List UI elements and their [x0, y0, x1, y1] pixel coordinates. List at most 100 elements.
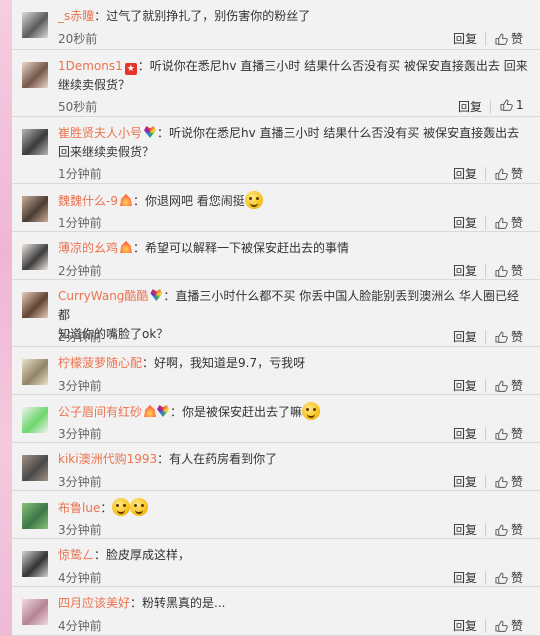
- comment-username[interactable]: 惊鸷ㄥ: [58, 548, 94, 562]
- like-count: 赞: [511, 619, 524, 633]
- comment-item: 布鲁lue： 3分钟前 回复 赞: [12, 491, 540, 539]
- reply-button[interactable]: 回复: [453, 617, 477, 634]
- comment-body-continued: 回来继续卖假货？: [58, 145, 155, 159]
- like-button[interactable]: 赞: [495, 214, 523, 231]
- comment-body: ：有人在药房看到你了: [157, 452, 278, 466]
- avatar[interactable]: [22, 359, 48, 385]
- reply-button[interactable]: 回复: [453, 262, 477, 279]
- like-button[interactable]: 赞: [495, 328, 523, 345]
- comment-username[interactable]: 崔胜贤夫人小号: [58, 126, 142, 140]
- avatar[interactable]: [22, 12, 48, 38]
- thumbs-up-icon: [495, 265, 508, 277]
- thumbs-up-icon: [500, 99, 513, 111]
- avatar[interactable]: [22, 62, 48, 88]
- comment-username[interactable]: CurryWang酷酷: [58, 289, 148, 303]
- comment-text: 柠檬菠萝随心配：好啊，我知道是9.7，亏我呀: [58, 354, 528, 373]
- divider: [490, 100, 491, 114]
- comment-body: ：好啊，我知道是9.7，亏我呀: [142, 356, 306, 370]
- reply-button[interactable]: 回复: [453, 165, 477, 182]
- comment-item: 魏魏什么-9 ：你退网吧 看您闹挺 1分钟前 回复 赞: [12, 184, 540, 232]
- comment-username[interactable]: 四月应该美好: [58, 596, 130, 610]
- avatar[interactable]: [22, 196, 48, 222]
- reply-button[interactable]: 回复: [453, 328, 477, 345]
- avatar[interactable]: [22, 503, 48, 529]
- thumbs-up-icon: [495, 476, 508, 488]
- like-button[interactable]: 赞: [495, 30, 523, 47]
- thumbs-up-icon: [495, 217, 508, 229]
- like-button[interactable]: 赞: [495, 473, 523, 490]
- avatar[interactable]: [22, 551, 48, 577]
- comment-item: 1Demons1 ★ ：听说你在悉尼hv 直播三小时 结果什么否没有买 被保安直接轰…: [12, 50, 540, 117]
- comment-item: CurryWang酷酷 ：直播三小时什么都不买 你丢中国人脸能别丢到澳洲么 华人圈…: [12, 280, 540, 347]
- comment-timestamp: 3分钟前: [58, 427, 102, 441]
- like-count: 赞: [511, 216, 524, 230]
- comment-text: 薄凉的幺鸡 ：希望可以解释一下被保安赶出去的事情: [58, 239, 528, 258]
- comment-item: _s赤瞳：过气了就别挣扎了，别伤害你的粉丝了 20秒前 回复 赞: [12, 0, 540, 50]
- like-button[interactable]: 赞: [495, 425, 523, 442]
- reply-button[interactable]: 回复: [453, 521, 477, 538]
- avatar[interactable]: [22, 292, 48, 318]
- comment-timestamp: 4分钟前: [58, 619, 102, 633]
- like-button[interactable]: 赞: [495, 617, 523, 634]
- comment-username[interactable]: kiki澳洲代购1993: [58, 452, 157, 466]
- comment-username[interactable]: 薄凉的幺鸡: [58, 241, 118, 255]
- divider: [485, 167, 486, 181]
- user-badges: [150, 287, 163, 306]
- avatar[interactable]: [22, 599, 48, 625]
- comment-username[interactable]: _s赤瞳: [58, 9, 94, 23]
- like-button[interactable]: 赞: [495, 521, 523, 538]
- comment-username[interactable]: 柠檬菠萝随心配: [58, 356, 142, 370]
- like-button[interactable]: 赞: [495, 377, 523, 394]
- comment-body-continued: 继续卖假货？: [58, 78, 131, 92]
- avatar[interactable]: [22, 407, 48, 433]
- reply-button[interactable]: 回复: [453, 30, 477, 47]
- comment-text: 魏魏什么-9 ：你退网吧 看您闹挺: [58, 191, 528, 211]
- like-button[interactable]: 赞: [495, 569, 523, 586]
- like-button[interactable]: 1: [500, 98, 524, 112]
- reply-button[interactable]: 回复: [453, 214, 477, 231]
- reply-button[interactable]: 回复: [453, 377, 477, 394]
- divider: [485, 427, 486, 441]
- emoji-icon: [130, 498, 149, 516]
- reply-button[interactable]: 回复: [453, 569, 477, 586]
- divider: [485, 32, 486, 46]
- thumbs-up-icon: [495, 380, 508, 392]
- comment-timestamp: 20秒前: [58, 32, 98, 46]
- comment-username[interactable]: 1Demons1: [58, 59, 123, 73]
- comment-item: 惊鸷ㄥ：脸皮厚成这样， 4分钟前 回复 赞: [12, 539, 540, 587]
- thumbs-up-icon: [495, 331, 508, 343]
- comment-item: 公子眉间有红砂 ：你是被保安赶出去了嘛 3分钟前 回复 赞: [12, 395, 540, 443]
- user-badges: [119, 192, 133, 211]
- emoji-icon: [244, 191, 263, 209]
- reply-button[interactable]: 回复: [458, 98, 482, 115]
- comment-text: 布鲁lue：: [58, 498, 528, 518]
- comment-username[interactable]: 布鲁lue: [58, 501, 100, 515]
- comment-text: 1Demons1 ★ ：听说你在悉尼hv 直播三小时 结果什么否没有买 被保安直接轰…: [58, 57, 528, 95]
- comment-item: kiki澳洲代购1993：有人在药房看到你了 3分钟前 回复 赞: [12, 443, 540, 491]
- divider: [485, 571, 486, 585]
- like-button[interactable]: 赞: [495, 165, 523, 182]
- background-strip: [0, 0, 12, 636]
- comment-username[interactable]: 魏魏什么-9: [58, 194, 118, 208]
- like-button[interactable]: 赞: [495, 262, 523, 279]
- comment-item: 四月应该美好：粉转黑真的是... 4分钟前 回复 赞: [12, 587, 540, 636]
- fire-badge-icon: [144, 405, 157, 417]
- user-badges: [144, 124, 157, 143]
- avatar[interactable]: [22, 129, 48, 155]
- like-count: 赞: [511, 523, 524, 537]
- comment-body: ：听说你在悉尼hv 直播三小时 结果什么否没有买 被保安直接轰出去 回来: [137, 59, 528, 73]
- avatar[interactable]: [22, 244, 48, 270]
- divider: [485, 475, 486, 489]
- avatar[interactable]: [22, 455, 48, 481]
- comment-body: ：希望可以解释一下被保安赶出去的事情: [133, 241, 350, 255]
- like-count: 赞: [511, 427, 524, 441]
- comment-body: ：粉转黑真的是...: [130, 596, 226, 610]
- thumbs-up-icon: [495, 620, 508, 632]
- thumbs-up-icon: [495, 168, 508, 180]
- reply-button[interactable]: 回复: [453, 425, 477, 442]
- comment-body: ：: [100, 501, 113, 515]
- reply-button[interactable]: 回复: [453, 473, 477, 490]
- comment-body: ：脸皮厚成这样，: [94, 548, 191, 562]
- comment-text: kiki澳洲代购1993：有人在药房看到你了: [58, 450, 528, 469]
- comment-username[interactable]: 公子眉间有红砂: [58, 405, 142, 419]
